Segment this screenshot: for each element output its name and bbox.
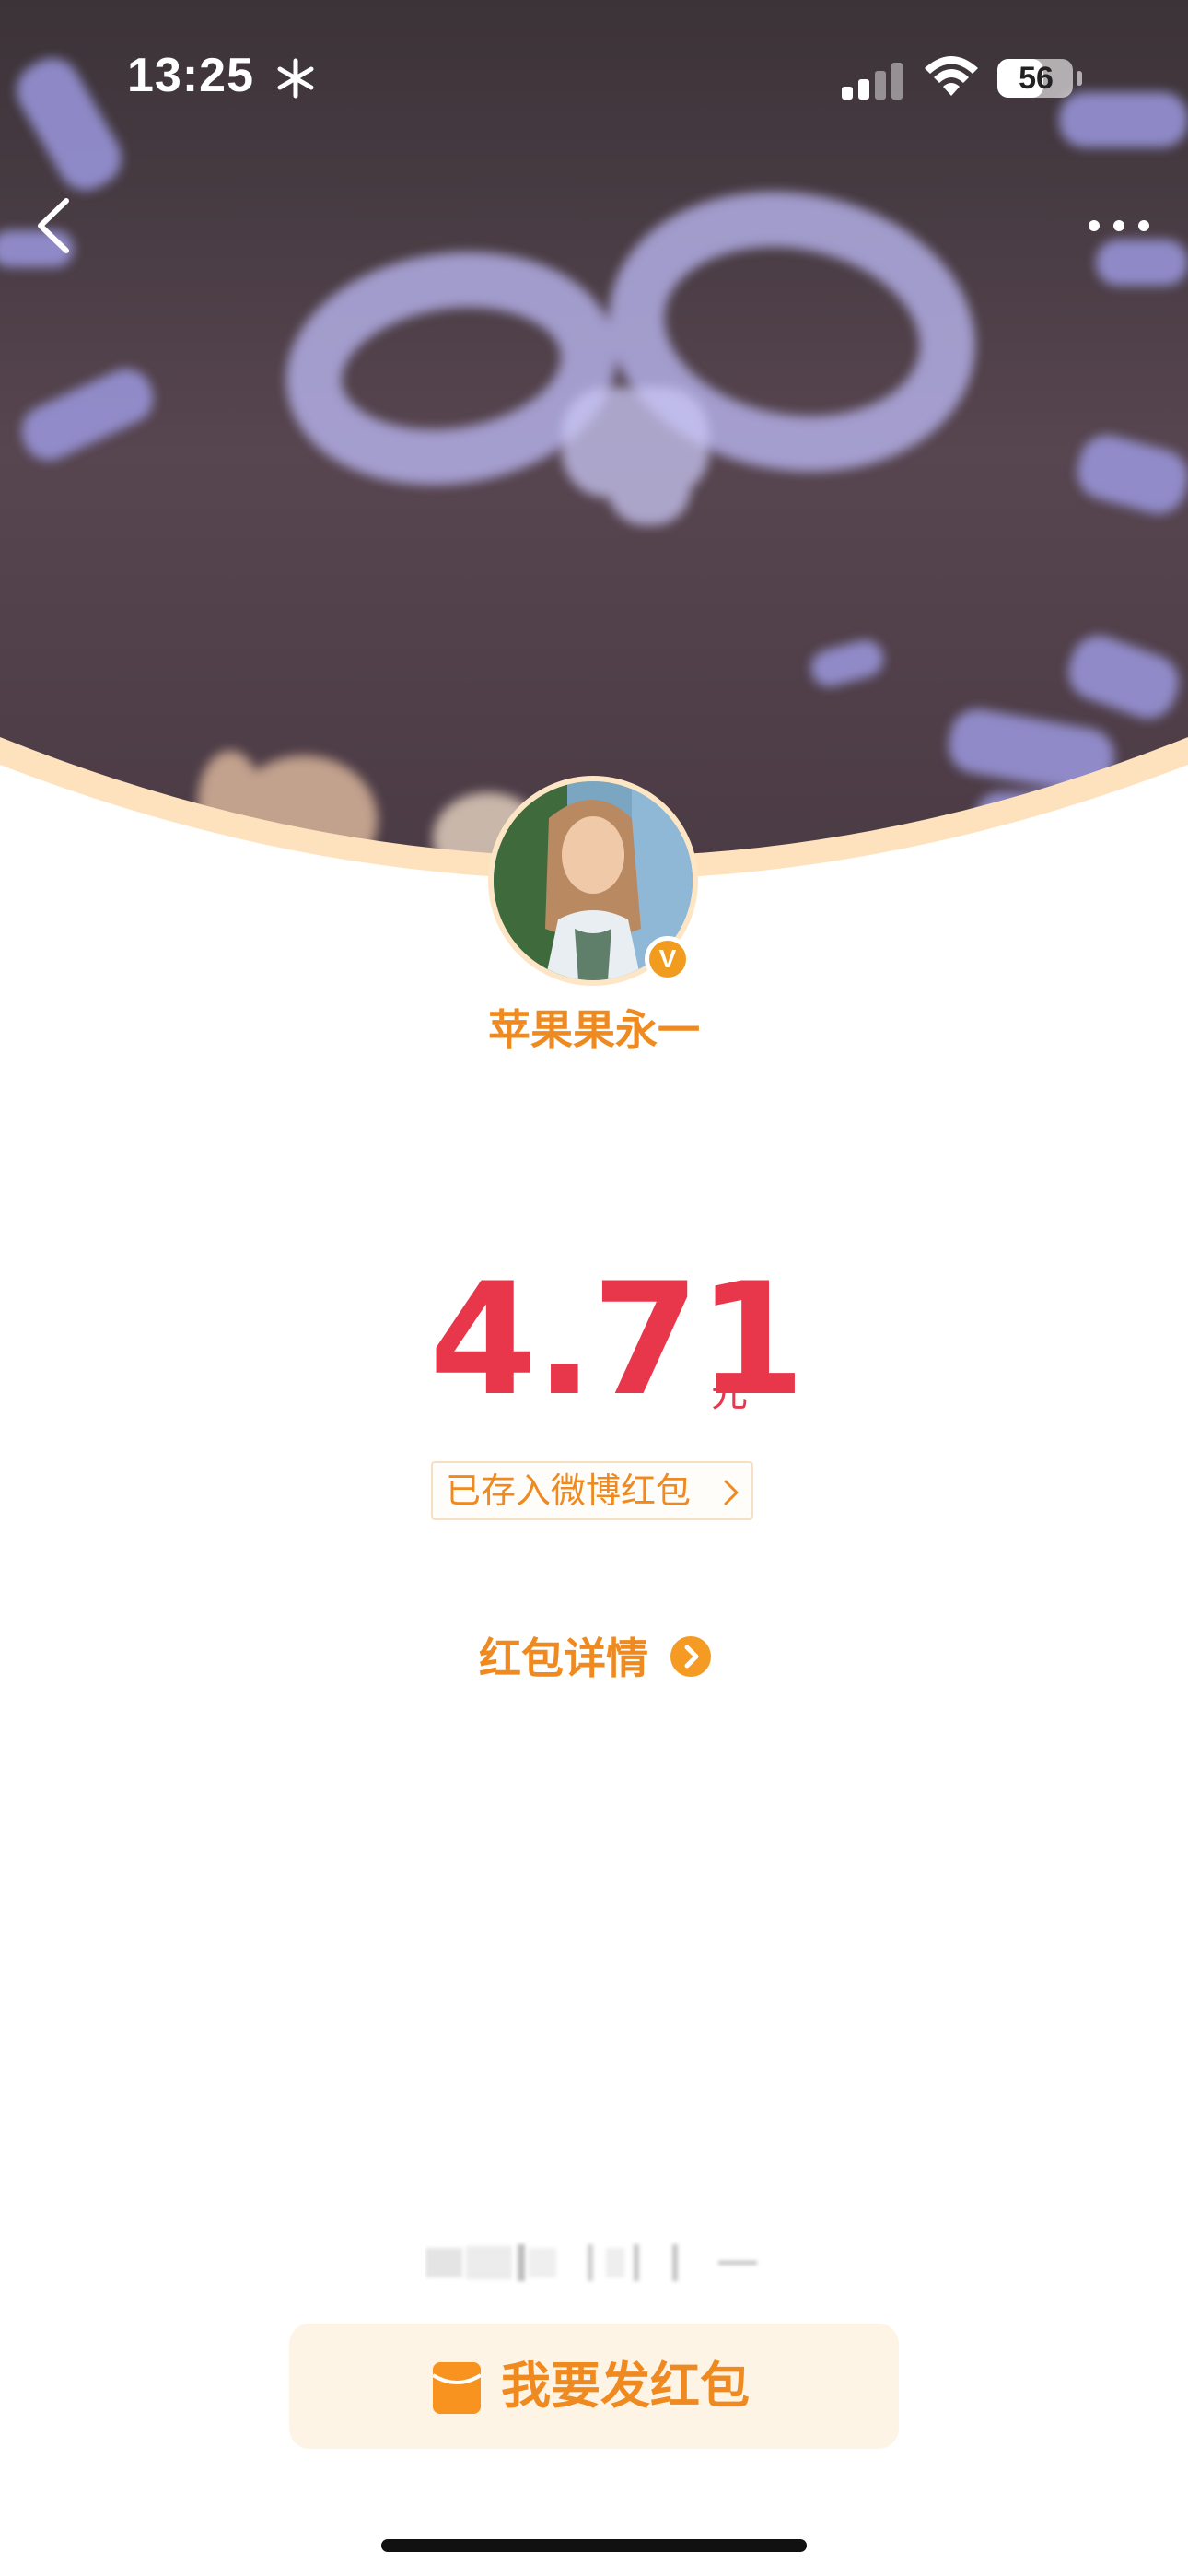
more-dots-icon <box>1089 220 1149 231</box>
send-redpacket-label: 我要发红包 <box>501 2357 750 2415</box>
saved-to-wallet-label: 已存入微博红包 <box>446 1470 692 1511</box>
username[interactable]: 苹果果永一 <box>0 997 1188 1058</box>
red-packet-icon <box>433 2362 481 2414</box>
blurred-note <box>425 2244 757 2281</box>
chevron-right-icon <box>724 1480 739 1505</box>
red-packet-result-page: 13:25 56 V 苹果果永一 4.71 元 已存入微博红包 红包详情 我要发… <box>0 0 1188 2576</box>
amount-unit: 元 <box>711 1373 748 1415</box>
back-button[interactable] <box>20 184 94 267</box>
arrow-circle-icon[interactable] <box>670 1636 711 1677</box>
snowflake-icon <box>277 58 314 99</box>
status-time: 13:25 <box>127 49 254 102</box>
home-indicator[interactable] <box>381 2539 807 2552</box>
saved-to-wallet-link[interactable]: 已存入微博红包 <box>431 1461 753 1520</box>
back-chevron-icon <box>38 198 69 253</box>
signal-icon <box>842 63 903 100</box>
more-button[interactable] <box>1077 189 1160 263</box>
verified-badge-label: V <box>658 944 677 973</box>
wifi-icon <box>925 56 978 96</box>
battery-level: 56 <box>1019 61 1054 96</box>
verified-icon: V <box>645 936 691 982</box>
redpacket-detail-link[interactable]: 红包详情 <box>479 1626 648 1691</box>
status-bar: 13:25 56 <box>0 0 1188 157</box>
arrow-glyph <box>684 1645 699 1669</box>
send-redpacket-button[interactable]: 我要发红包 <box>289 2324 899 2449</box>
